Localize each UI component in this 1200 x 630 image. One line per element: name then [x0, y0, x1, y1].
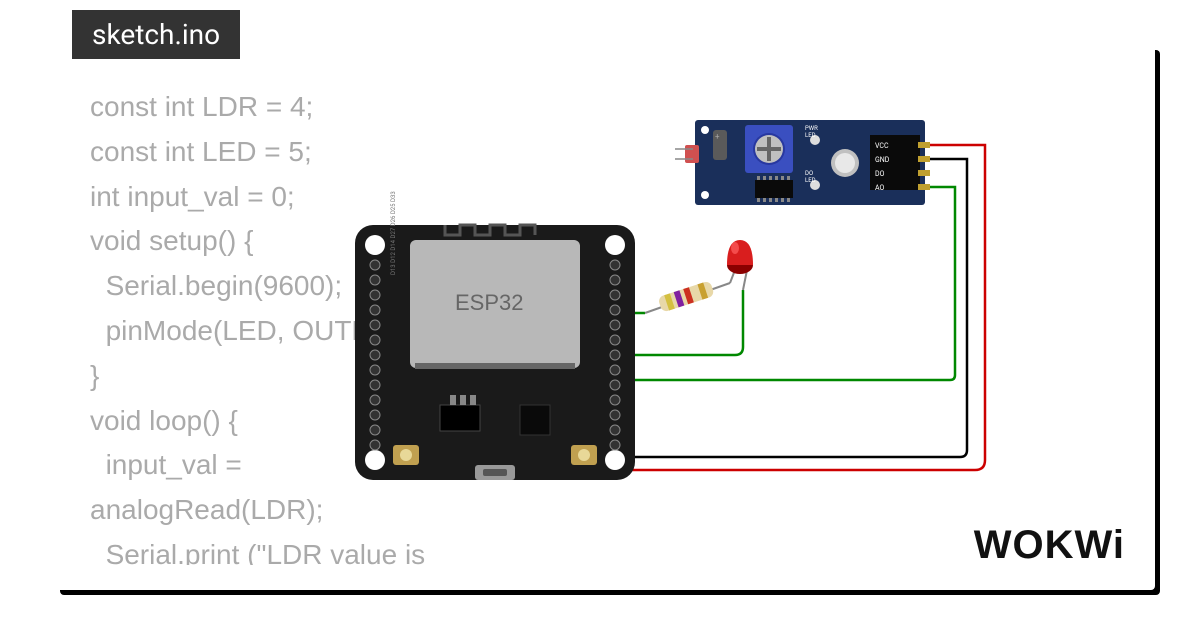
signal-ldr-wire — [630, 187, 955, 380]
esp32-top-labels: D13 D12 D14 D27 D26 D25 D33 — [390, 191, 397, 275]
ldr-pin-ao: AO — [875, 184, 885, 192]
resistor[interactable] — [645, 280, 730, 313]
ldr-pin-gnd: GND — [875, 156, 890, 164]
esp32-label: ESP32 — [455, 290, 524, 315]
wokwi-logo: WOKWi — [974, 523, 1125, 568]
ldr-do-led-label: DO — [805, 170, 813, 177]
ldr-pin-do: DO — [875, 170, 885, 178]
circuit-diagram: ESP32 — [335, 45, 1155, 590]
esp32-board[interactable]: ESP32 — [355, 191, 635, 480]
ldr-module[interactable]: + PWR LED DO LED — [675, 120, 930, 205]
svg-text:+: + — [715, 132, 720, 141]
led-component[interactable] — [727, 240, 753, 290]
ldr-pin-vcc: VCC — [875, 142, 889, 150]
file-tab[interactable]: sketch.ino — [72, 10, 240, 59]
esp32-button-left[interactable] — [393, 445, 419, 465]
svg-text:LED: LED — [805, 177, 816, 184]
ldr-pwr-led-label: PWR — [805, 125, 818, 132]
card: const int LDR = 4; const int LED = 5; in… — [55, 45, 1155, 590]
esp32-button-right[interactable] — [571, 445, 597, 465]
svg-text:LED: LED — [805, 132, 816, 139]
